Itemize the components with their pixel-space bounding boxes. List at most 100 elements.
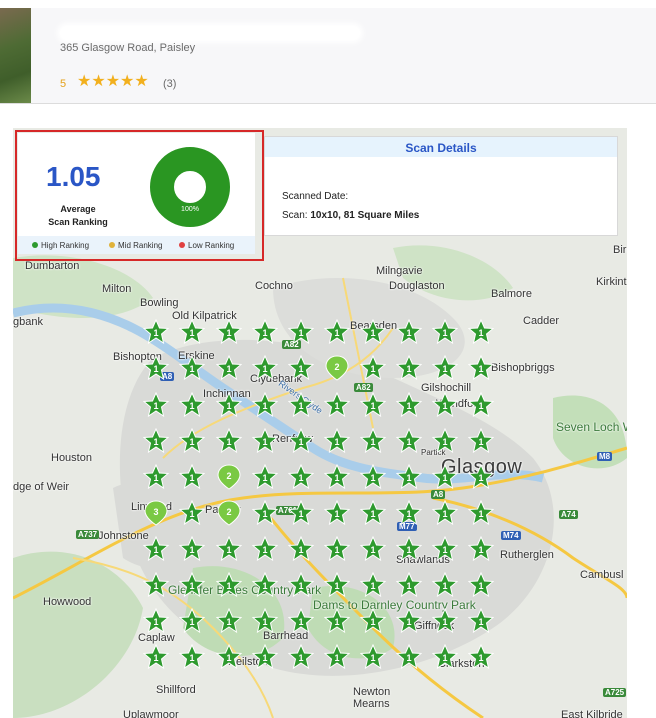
rank-star-pin[interactable]: 1 (143, 355, 169, 381)
rank-star-pin[interactable]: 1 (432, 644, 458, 670)
rank-star-pin[interactable]: 1 (143, 572, 169, 598)
rank-star-pin[interactable]: 1 (432, 608, 458, 634)
rank-star-pin[interactable]: 1 (143, 464, 169, 490)
rank-star-pin[interactable]: 1 (179, 500, 205, 526)
rank-star-pin[interactable]: 1 (324, 464, 350, 490)
rank-star-pin[interactable]: 1 (252, 500, 278, 526)
rank-star-pin[interactable]: 1 (143, 428, 169, 454)
rank-star-pin[interactable]: 1 (143, 536, 169, 562)
rank-star-pin[interactable]: 1 (324, 572, 350, 598)
rank-drop-pin[interactable]: 2 (324, 355, 350, 381)
rank-star-pin[interactable]: 1 (324, 392, 350, 418)
rank-star-pin[interactable]: 1 (360, 572, 386, 598)
rank-star-pin[interactable]: 1 (432, 392, 458, 418)
rank-star-pin[interactable]: 1 (179, 608, 205, 634)
rank-star-pin[interactable]: 1 (143, 392, 169, 418)
rank-star-pin[interactable]: 1 (143, 608, 169, 634)
rank-star-pin[interactable]: 1 (179, 464, 205, 490)
rank-star-pin[interactable]: 1 (179, 392, 205, 418)
rank-star-pin[interactable]: 1 (432, 572, 458, 598)
rank-star-pin[interactable]: 1 (468, 464, 494, 490)
rank-star-pin[interactable]: 1 (179, 319, 205, 345)
rank-star-pin[interactable]: 1 (216, 572, 242, 598)
rank-star-pin[interactable]: 1 (288, 428, 314, 454)
rank-star-pin[interactable]: 1 (360, 500, 386, 526)
rank-star-pin[interactable]: 1 (324, 319, 350, 345)
rank-drop-pin[interactable]: 2 (216, 500, 242, 526)
rank-star-pin[interactable]: 1 (252, 572, 278, 598)
rank-star-pin[interactable]: 1 (288, 572, 314, 598)
rank-star-pin[interactable]: 1 (396, 355, 422, 381)
rank-star-pin[interactable]: 1 (288, 500, 314, 526)
rank-star-pin[interactable]: 1 (143, 319, 169, 345)
rank-star-pin[interactable]: 1 (432, 428, 458, 454)
rank-star-pin[interactable]: 1 (216, 319, 242, 345)
rank-star-pin[interactable]: 1 (252, 644, 278, 670)
rank-star-pin[interactable]: 1 (252, 319, 278, 345)
rank-star-pin[interactable]: 1 (179, 355, 205, 381)
rank-star-pin[interactable]: 1 (288, 319, 314, 345)
rank-star-pin[interactable]: 1 (252, 392, 278, 418)
rank-star-pin[interactable]: 1 (432, 536, 458, 562)
rank-star-pin[interactable]: 1 (288, 608, 314, 634)
rank-star-pin[interactable]: 1 (468, 644, 494, 670)
rank-star-pin[interactable]: 1 (360, 608, 386, 634)
rank-star-pin[interactable]: 1 (252, 464, 278, 490)
rank-star-pin[interactable]: 1 (360, 355, 386, 381)
rank-star-pin[interactable]: 1 (179, 536, 205, 562)
rank-star-pin[interactable]: 1 (288, 355, 314, 381)
rank-star-pin[interactable]: 1 (432, 464, 458, 490)
rank-star-pin[interactable]: 1 (468, 500, 494, 526)
rank-star-pin[interactable]: 1 (468, 536, 494, 562)
rank-star-pin[interactable]: 1 (216, 355, 242, 381)
rank-star-pin[interactable]: 1 (288, 536, 314, 562)
rank-star-pin[interactable]: 1 (468, 319, 494, 345)
rank-star-pin[interactable]: 1 (396, 536, 422, 562)
rank-star-pin[interactable]: 1 (252, 428, 278, 454)
rank-star-pin[interactable]: 1 (396, 392, 422, 418)
business-card[interactable]: 365 Glasgow Road, Paisley 5 ★★★★★ (3) (0, 8, 656, 104)
rank-star-pin[interactable]: 1 (468, 572, 494, 598)
rank-star-pin[interactable]: 1 (360, 319, 386, 345)
rank-star-pin[interactable]: 1 (360, 464, 386, 490)
rank-star-pin[interactable]: 1 (396, 572, 422, 598)
rank-star-pin[interactable]: 1 (324, 500, 350, 526)
rank-star-pin[interactable]: 1 (324, 608, 350, 634)
rank-star-pin[interactable]: 1 (396, 428, 422, 454)
rank-star-pin[interactable]: 1 (468, 428, 494, 454)
rank-star-pin[interactable]: 1 (216, 536, 242, 562)
rank-drop-pin[interactable]: 2 (216, 464, 242, 490)
rank-star-pin[interactable]: 1 (252, 536, 278, 562)
rank-star-pin[interactable]: 1 (396, 319, 422, 345)
rank-star-pin[interactable]: 1 (179, 572, 205, 598)
rank-star-pin[interactable]: 1 (179, 428, 205, 454)
rank-star-pin[interactable]: 1 (216, 608, 242, 634)
rank-star-pin[interactable]: 1 (396, 464, 422, 490)
rank-star-pin[interactable]: 1 (252, 608, 278, 634)
rank-star-pin[interactable]: 1 (432, 355, 458, 381)
rank-star-pin[interactable]: 1 (216, 644, 242, 670)
rank-star-pin[interactable]: 1 (432, 319, 458, 345)
rank-star-pin[interactable]: 1 (288, 464, 314, 490)
rank-star-pin[interactable]: 1 (288, 392, 314, 418)
rank-star-pin[interactable]: 1 (396, 644, 422, 670)
rank-star-pin[interactable]: 1 (324, 536, 350, 562)
rank-star-pin[interactable]: 1 (324, 644, 350, 670)
rank-star-pin[interactable]: 1 (288, 644, 314, 670)
rank-star-pin[interactable]: 1 (396, 500, 422, 526)
rank-star-pin[interactable]: 1 (179, 644, 205, 670)
rank-drop-pin[interactable]: 3 (143, 500, 169, 526)
rank-star-pin[interactable]: 1 (468, 608, 494, 634)
rank-star-pin[interactable]: 1 (432, 500, 458, 526)
rank-star-pin[interactable]: 1 (216, 392, 242, 418)
rank-star-pin[interactable]: 1 (468, 392, 494, 418)
rank-star-pin[interactable]: 1 (360, 644, 386, 670)
rank-star-pin[interactable]: 1 (324, 428, 350, 454)
rank-star-pin[interactable]: 1 (360, 536, 386, 562)
rank-star-pin[interactable]: 1 (468, 355, 494, 381)
rank-star-pin[interactable]: 1 (396, 608, 422, 634)
rank-star-pin[interactable]: 1 (143, 644, 169, 670)
rank-star-pin[interactable]: 1 (360, 428, 386, 454)
rank-star-pin[interactable]: 1 (360, 392, 386, 418)
rank-star-pin[interactable]: 1 (216, 428, 242, 454)
